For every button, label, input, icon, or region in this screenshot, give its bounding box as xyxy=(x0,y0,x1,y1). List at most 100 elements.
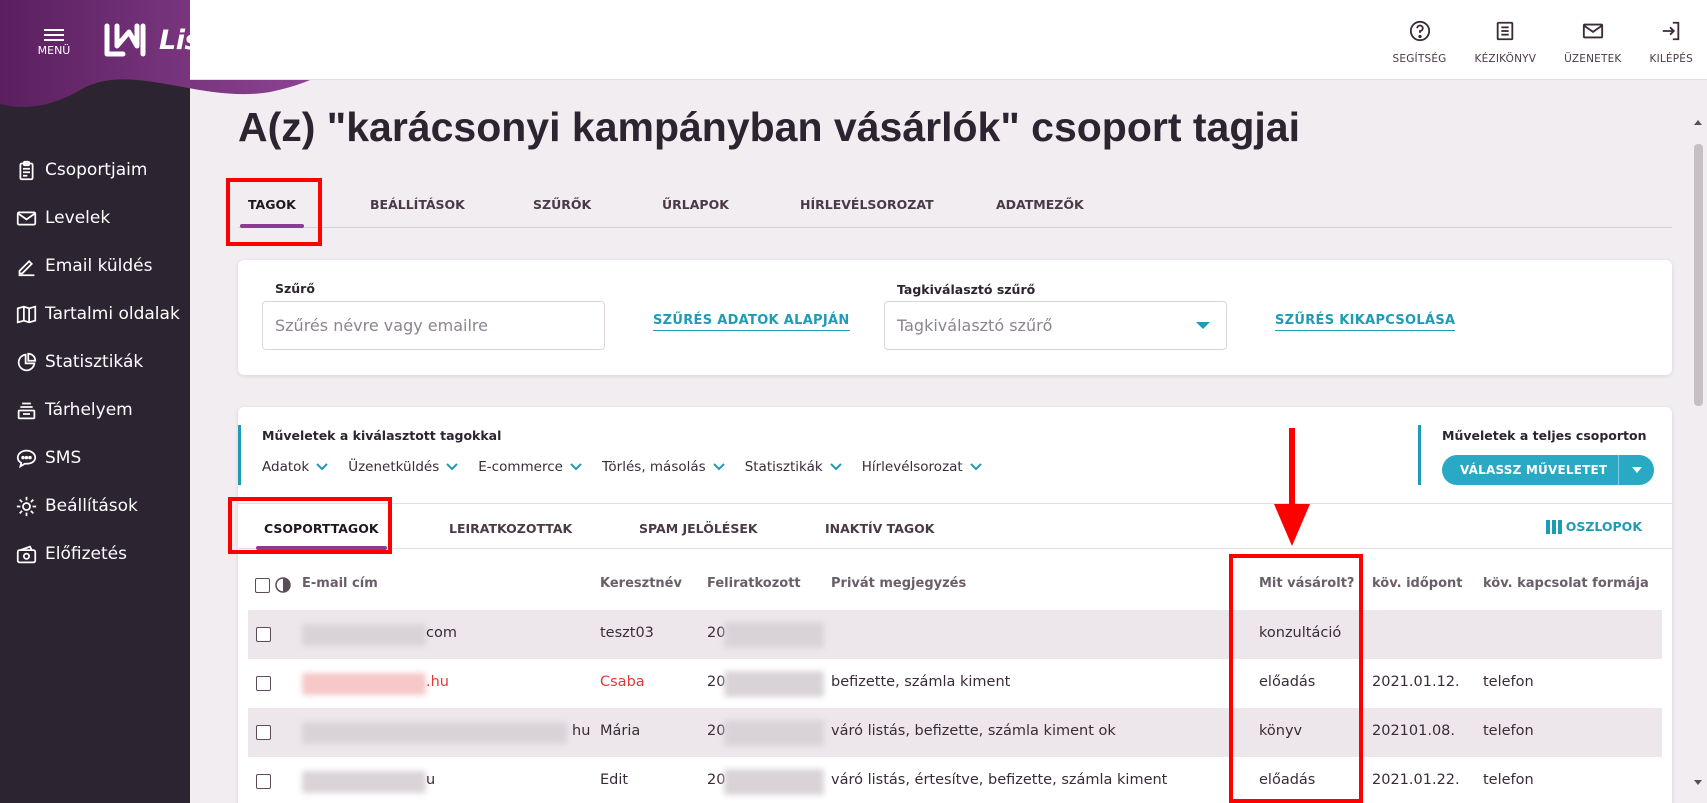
page-scrollbar[interactable] xyxy=(1690,114,1707,791)
header-first-name[interactable]: Keresztnév xyxy=(600,576,682,591)
sidebar-item-label: SMS xyxy=(45,448,82,468)
row-checkbox[interactable] xyxy=(256,725,271,740)
sidebar-item-sms[interactable]: SMS xyxy=(0,434,190,482)
members-card: Műveletek a kiválasztott tagokkal Adatok… xyxy=(238,407,1672,803)
table-row[interactable]: u Edit 20 váró listás, értesítve, befize… xyxy=(248,757,1662,803)
envelope-icon xyxy=(1582,23,1603,39)
ops-accent-bar xyxy=(238,425,241,485)
row-checkbox[interactable] xyxy=(256,627,271,642)
subtab-leiratkozottak[interactable]: LEIRATKOZOTTAK xyxy=(449,504,572,550)
contrast-toggle-icon[interactable] xyxy=(275,577,291,593)
menu-button[interactable]: MENÜ xyxy=(32,26,76,57)
op-hirlevelsorozat[interactable]: Hírlevélsorozat xyxy=(862,459,982,475)
email-cell[interactable]: com xyxy=(426,625,457,641)
tab-urlapok[interactable]: ŰRLAPOK xyxy=(662,180,729,228)
table-row[interactable]: com teszt03 20 konzultáció xyxy=(248,610,1662,659)
sidebar-item-email-kuldes[interactable]: Email küldés xyxy=(0,242,190,290)
next-date-cell: 2021.01.12. xyxy=(1372,674,1460,690)
sidebar-item-statisztikak[interactable]: Statisztikák xyxy=(0,338,190,386)
table-row[interactable]: hu Mária 20 váró listás, befizette, szám… xyxy=(248,708,1662,757)
sidebar-item-csoportjaim[interactable]: Csoportjaim xyxy=(0,146,190,194)
sidebar-item-label: Tartalmi oldalak xyxy=(45,304,180,324)
sidebar-item-levelek[interactable]: Levelek xyxy=(0,194,190,242)
group-operations-title: Műveletek a teljes csoporton xyxy=(1442,428,1647,443)
logout-icon xyxy=(1663,21,1680,41)
header-subscribed[interactable]: Feliratkozott xyxy=(707,576,801,591)
row-checkbox[interactable] xyxy=(256,676,271,691)
row-checkbox[interactable] xyxy=(256,774,271,789)
selected-operations-menu: Adatok Üzenetküldés E-commerce Törlés, m… xyxy=(262,459,1002,475)
subscribed-cell: 20 xyxy=(707,772,726,788)
subtab-spam-jelolesek[interactable]: SPAM JELÖLÉSEK xyxy=(639,504,758,550)
next-date-cell: 202101.08. xyxy=(1372,723,1456,739)
op-uzenetkuldes[interactable]: Üzenetküldés xyxy=(348,459,458,475)
filter-card: Szűrő Szűrés névre vagy emailre SZŰRÉS A… xyxy=(238,260,1672,375)
redacted-date xyxy=(724,622,824,648)
op-label: E-commerce xyxy=(478,459,563,475)
op-ecommerce[interactable]: E-commerce xyxy=(478,459,582,475)
redacted-date xyxy=(724,769,824,795)
header-next-contact[interactable]: köv. kapcsolat formája xyxy=(1483,576,1649,591)
sidebar-item-elofizetes[interactable]: Előfizetés xyxy=(0,530,190,578)
hamburger-icon xyxy=(32,29,76,41)
scroll-up-icon[interactable] xyxy=(1694,120,1702,125)
subscribed-cell: 20 xyxy=(707,674,726,690)
redacted-email xyxy=(302,722,567,744)
list-document-icon xyxy=(1497,21,1514,41)
sidebar-item-label: Levelek xyxy=(45,208,111,228)
header-email[interactable]: E-mail cím xyxy=(302,576,378,591)
note-cell: befizette, számla kiment xyxy=(831,674,1011,690)
tab-szurok[interactable]: SZŰRŐK xyxy=(533,180,591,228)
scrollbar-thumb[interactable] xyxy=(1694,144,1703,406)
member-subtabs: CSOPORTTAGOK LEIRATKOZOTTAK SPAM JELÖLÉS… xyxy=(238,503,1672,550)
subscribed-cell: 20 xyxy=(707,723,726,739)
email-cell[interactable]: hu xyxy=(572,723,590,739)
tab-hirlevelsorozat[interactable]: HÍRLEVÉLSOROZAT xyxy=(800,180,934,228)
op-torles-masolas[interactable]: Törlés, másolás xyxy=(602,459,725,475)
op-adatok[interactable]: Adatok xyxy=(262,459,328,475)
first-name-cell: Csaba xyxy=(600,674,645,690)
caret-down-icon[interactable] xyxy=(1632,467,1642,473)
manual-button[interactable]: KÉZIKÖNYV xyxy=(1475,20,1537,66)
op-label: Üzenetküldés xyxy=(348,459,440,475)
note-cell: váró listás, befizette, számla kiment ok xyxy=(831,723,1116,739)
op-statisztikak[interactable]: Statisztikák xyxy=(745,459,842,475)
help-button[interactable]: SEGÍTSÉG xyxy=(1393,20,1447,66)
sidebar-item-tartalmi-oldalak[interactable]: Tartalmi oldalak xyxy=(0,290,190,338)
book-icon xyxy=(16,304,37,324)
header-next-date[interactable]: köv. időpont xyxy=(1372,576,1463,591)
header-private-note[interactable]: Privát megjegyzés xyxy=(831,576,966,591)
tab-adatmezok[interactable]: ADATMEZŐK xyxy=(996,180,1084,228)
filter-search-input[interactable]: Szűrés névre vagy emailre xyxy=(262,301,605,350)
subtab-inaktiv-tagok[interactable]: INAKTÍV TAGOK xyxy=(825,504,934,550)
topbar: SEGÍTSÉG KÉZIKÖNYV ÜZENETEK KILÉPÉS xyxy=(190,0,1707,80)
sidebar-item-label: Email küldés xyxy=(45,256,153,276)
chevron-down-icon xyxy=(570,463,582,471)
contact-cell: telefon xyxy=(1483,723,1534,739)
disable-filter-link[interactable]: SZŰRÉS KIKAPCSOLÁSA xyxy=(1275,313,1456,331)
email-cell[interactable]: .hu xyxy=(426,674,449,690)
chevron-down-icon xyxy=(970,463,982,471)
member-select-dropdown[interactable]: Tagkiválasztó szűrő xyxy=(884,301,1227,350)
choose-operation-button[interactable]: VÁLASSZ MŰVELETET xyxy=(1442,455,1654,485)
scroll-down-icon[interactable] xyxy=(1694,780,1702,785)
columns-button[interactable]: OSZLOPOK xyxy=(1545,519,1642,534)
top-actions: SEGÍTSÉG KÉZIKÖNYV ÜZENETEK KILÉPÉS xyxy=(1365,20,1693,66)
sidebar-item-label: Tárhelyem xyxy=(45,400,133,420)
select-all-checkbox[interactable] xyxy=(255,578,270,593)
chevron-down-icon xyxy=(829,463,842,471)
sidebar-item-beallitasok[interactable]: Beállítások xyxy=(0,482,190,530)
op-label: Adatok xyxy=(262,459,310,475)
main-tabs: TAGOK BEÁLLÍTÁSOK SZŰRŐK ŰRLAPOK HÍRLEVÉ… xyxy=(238,180,1672,228)
logout-button[interactable]: KILÉPÉS xyxy=(1650,20,1694,66)
messages-button[interactable]: ÜZENETEK xyxy=(1564,20,1621,66)
table-row[interactable]: .hu Csaba 20 befizette, számla kiment el… xyxy=(248,659,1662,708)
chevron-down-icon xyxy=(446,463,458,471)
sidebar-item-label: Előfizetés xyxy=(45,544,127,564)
op-label: Törlés, másolás xyxy=(601,459,706,475)
email-cell[interactable]: u xyxy=(426,772,435,788)
tab-beallitasok[interactable]: BEÁLLÍTÁSOK xyxy=(370,180,465,228)
page-title: A(z) "karácsonyi kampányban vásárlók" cs… xyxy=(238,104,1300,150)
sidebar-item-tarhelyem[interactable]: Tárhelyem xyxy=(0,386,190,434)
filter-by-data-link[interactable]: SZŰRÉS ADATOK ALAPJÁN xyxy=(653,313,850,331)
